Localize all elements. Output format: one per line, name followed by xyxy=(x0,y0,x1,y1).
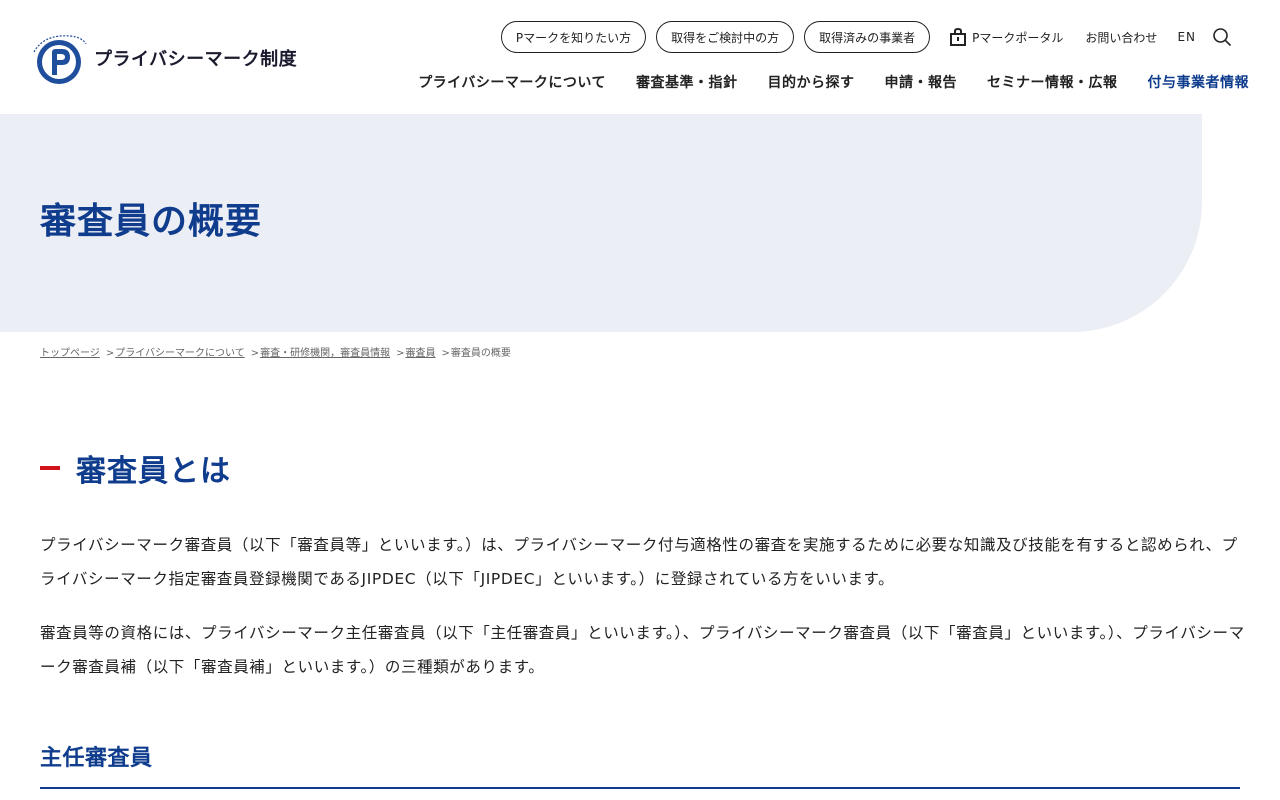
search-icon[interactable] xyxy=(1212,27,1232,47)
paragraph-qualifications: 審査員等の資格には、プライバシーマーク主任審査員（以下「主任審査員」といいます。… xyxy=(40,624,1245,676)
page-hero: 審査員の概要 xyxy=(0,114,1202,332)
section-heading: 審査員とは xyxy=(40,446,231,490)
nav-about-pmark[interactable]: プライバシーマークについて xyxy=(418,72,606,92)
privacy-mark-logo-icon xyxy=(33,35,87,84)
breadcrumb-institutions[interactable]: 審査・研修機関，審査員情報 xyxy=(260,348,390,359)
pmark-portal-link[interactable]: Pマークポータル xyxy=(948,27,1063,47)
site-title: プライバシーマーク制度 xyxy=(94,49,298,70)
nav-application[interactable]: 申請・報告 xyxy=(885,72,958,92)
breadcrumb-separator: > xyxy=(396,348,405,359)
inquiry-link[interactable]: お問い合わせ xyxy=(1085,29,1157,46)
pill-know-pmark[interactable]: Pマークを知りたい方 xyxy=(500,21,647,53)
heading-accent-bar xyxy=(40,466,60,470)
pill-considering[interactable]: 取得をご検討中の方 xyxy=(656,21,795,53)
breadcrumb-current: 審査員の概要 xyxy=(450,348,511,359)
utility-nav: Pマークを知りたい方 取得をご検討中の方 取得済みの事業者 Pマークポータル お… xyxy=(500,21,1280,53)
subheading-lead-auditor: 主任審査員 xyxy=(40,746,153,771)
nav-criteria[interactable]: 審査基準・指針 xyxy=(636,72,738,92)
nav-seminars[interactable]: セミナー情報・広報 xyxy=(987,72,1118,92)
paragraph-definition: プライバシーマーク審査員（以下「審査員等」といいます。）は、プライバシーマーク付… xyxy=(40,536,1238,588)
pill-certified[interactable]: 取得済みの事業者 xyxy=(804,21,931,53)
main-nav: プライバシーマークについて 審査基準・指針 目的から探す 申請・報告 セミナー情… xyxy=(388,72,1249,92)
breadcrumb-separator: > xyxy=(250,348,260,359)
english-link[interactable]: EN xyxy=(1177,30,1196,44)
breadcrumb-separator: > xyxy=(441,348,450,359)
nav-certified-businesses[interactable]: 付与事業者情報 xyxy=(1148,72,1250,92)
breadcrumb-auditors[interactable]: 審査員 xyxy=(405,348,435,359)
pmark-portal-label: Pマークポータル xyxy=(972,30,1064,45)
breadcrumb-separator: > xyxy=(105,348,115,359)
breadcrumb-top[interactable]: トップページ xyxy=(40,348,100,359)
subheading-rule xyxy=(40,787,1240,789)
section-title: 審査員とは xyxy=(76,454,231,489)
site-logo[interactable]: プライバシーマーク制度 xyxy=(30,30,297,86)
site-header: プライバシーマーク制度 Pマークを知りたい方 取得をご検討中の方 取得済みの事業… xyxy=(0,0,1280,114)
page-title: 審査員の概要 xyxy=(40,201,263,242)
breadcrumb: トップページ >プライバシーマークについて >審査・研修機関，審査員情報 >審査… xyxy=(40,344,517,359)
nav-by-purpose[interactable]: 目的から探す xyxy=(768,72,855,92)
lock-bag-icon xyxy=(950,27,967,46)
breadcrumb-about[interactable]: プライバシーマークについて xyxy=(115,348,245,359)
